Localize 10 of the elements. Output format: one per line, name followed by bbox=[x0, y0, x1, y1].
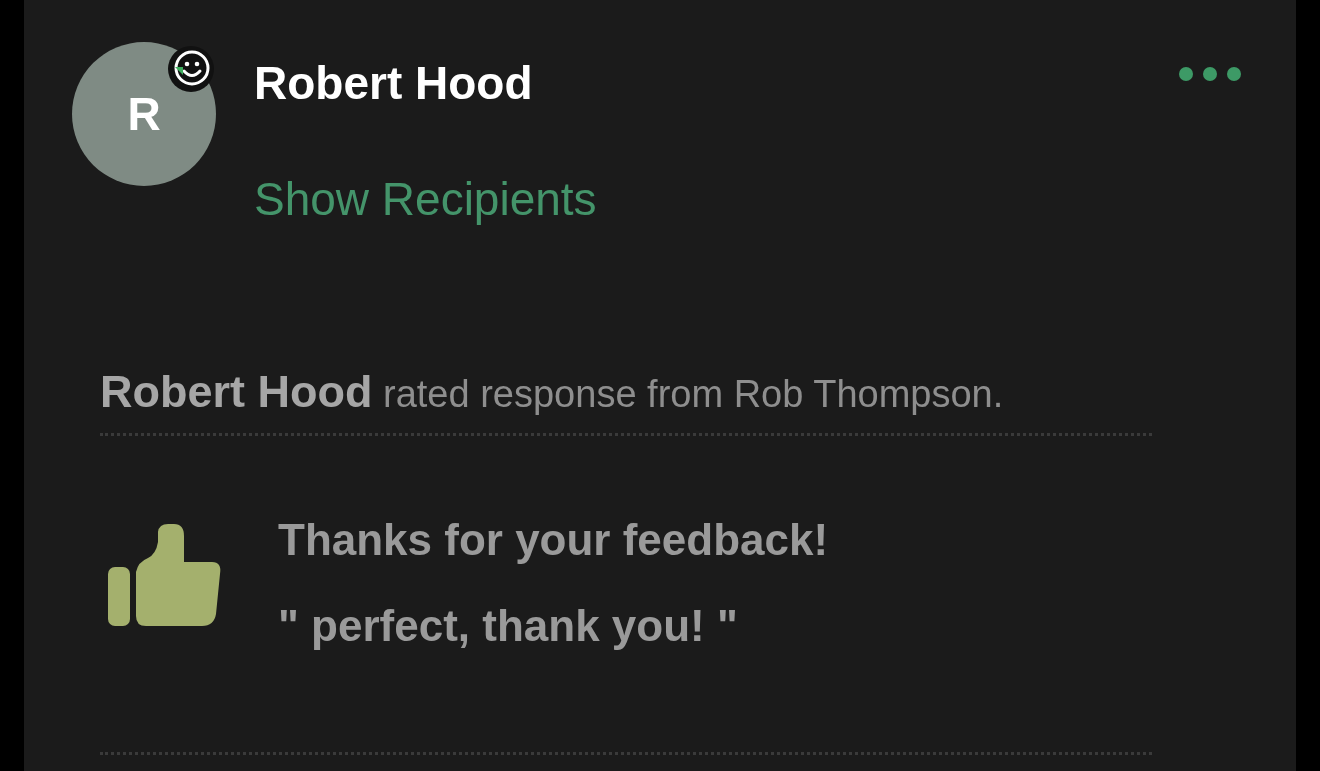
thumbs-up-icon bbox=[108, 524, 222, 626]
activity-text: Robert Hood rated response from Rob Thompson. bbox=[100, 367, 1005, 419]
more-options-icon[interactable] bbox=[1178, 66, 1242, 82]
feedback-comment: " perfect, thank you! " bbox=[278, 600, 739, 652]
show-recipients-link[interactable]: Show Recipients bbox=[254, 169, 597, 229]
smiley-badge-icon bbox=[167, 45, 215, 93]
feedback-title: Thanks for your feedback! bbox=[278, 514, 829, 566]
avatar-initial: R bbox=[127, 91, 161, 137]
sender-name: Robert Hood bbox=[254, 56, 533, 111]
avatar[interactable]: R bbox=[72, 42, 216, 186]
